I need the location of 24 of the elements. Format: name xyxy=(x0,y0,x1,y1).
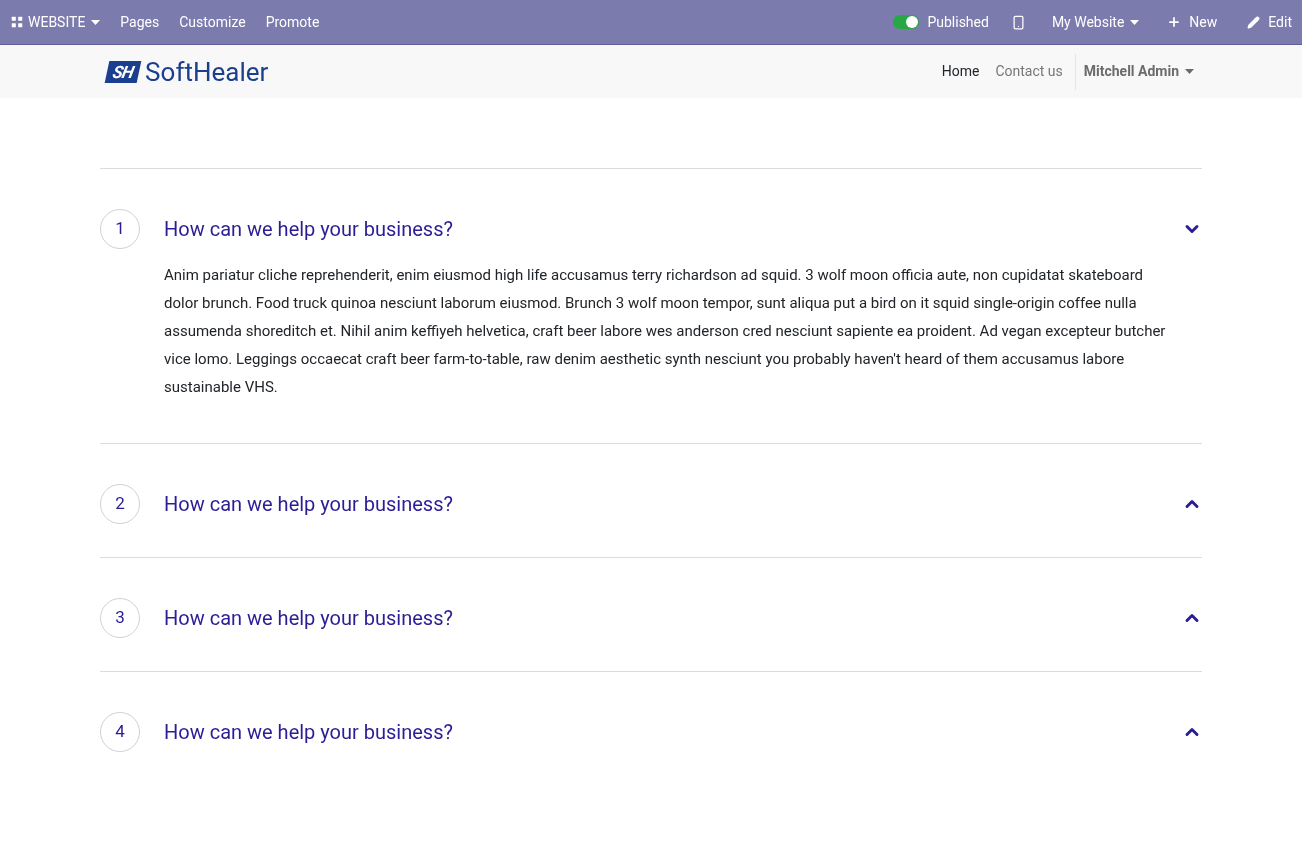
grid-icon xyxy=(10,15,24,29)
mobile-preview-icon[interactable] xyxy=(1010,14,1026,30)
app-menu[interactable]: WEBSITE xyxy=(10,11,101,33)
published-toggle[interactable]: Published xyxy=(893,11,989,33)
pencil-icon xyxy=(1247,15,1261,29)
caret-icon xyxy=(1130,19,1140,25)
faq-question[interactable]: 2 How can we help your business? xyxy=(100,444,1202,557)
nav-link[interactable]: Contact us xyxy=(987,61,1071,82)
faq-question[interactable]: 4 How can we help your business? xyxy=(100,672,1202,785)
admin-menu-item[interactable]: Pages xyxy=(120,11,160,33)
faq-question[interactable]: 3 How can we help your business? xyxy=(100,558,1202,671)
caret-icon xyxy=(91,19,101,25)
edit-button[interactable]: Edit xyxy=(1247,11,1292,33)
admin-menu-item[interactable]: Customize xyxy=(179,11,246,33)
new-button[interactable]: New xyxy=(1167,11,1218,33)
nav-link[interactable]: Home xyxy=(933,61,988,82)
admin-menu-item[interactable]: Promote xyxy=(265,11,320,33)
website-menu[interactable]: My Website xyxy=(1051,11,1140,33)
user-menu[interactable]: Mitchell Admin xyxy=(1075,61,1202,82)
caret-icon xyxy=(1185,69,1194,74)
logo[interactable]: SH SoftHealer xyxy=(107,58,269,85)
faq-answer: Anim pariatur cliche reprehenderit, enim eiusmod high life accusamus terry richardson ad squid. 3 wolf moon officia aute, non cupidatat skateboard dolor brunch. Food truck quinoa nesciunt laborum eiusmod. Brunch 3 wolf moon tempor, sunt aliqua put a bird on it squid single-origin coffee nulla assumenda shoreditch et. Nihil anim keffiyeh helvetica, craft beer labore wes anderson cred nesciunt sapiente ea proident. Ad vegan excepteur butcher vice lomo. Leggings occaecat craft beer farm-to-table, raw denim aesthetic synth nesciunt you probably haven't heard of them accusamus labore sustainable VHS. xyxy=(164,265,1167,398)
faq-question[interactable]: 1 How can we help your business? xyxy=(100,169,1202,261)
plus-icon xyxy=(1167,15,1182,29)
